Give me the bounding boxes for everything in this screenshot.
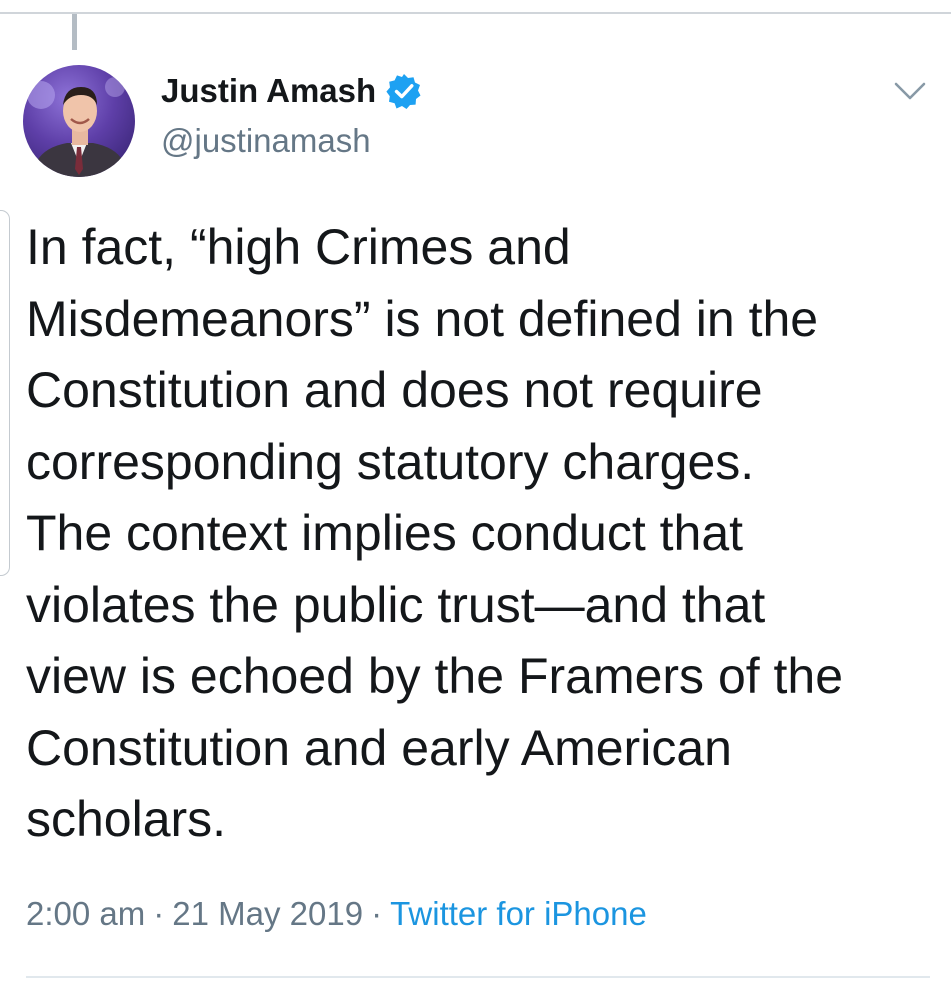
thread-connector-line bbox=[72, 14, 77, 50]
author-handle[interactable]: @justinamash bbox=[161, 121, 371, 161]
chevron-down-icon[interactable] bbox=[893, 80, 927, 102]
tweet-time[interactable]: 2:00 am bbox=[26, 895, 145, 932]
author-name-row[interactable]: Justin Amash bbox=[161, 71, 422, 111]
tweet-source-link[interactable]: Twitter for iPhone bbox=[390, 895, 647, 932]
bottom-divider bbox=[26, 976, 930, 978]
avatar[interactable] bbox=[23, 65, 135, 177]
verified-badge-icon bbox=[386, 73, 422, 109]
tweet-date[interactable]: 21 May 2019 bbox=[172, 895, 363, 932]
meta-separator: · bbox=[371, 895, 383, 932]
top-divider bbox=[0, 12, 951, 14]
meta-separator: · bbox=[153, 895, 165, 932]
tweet-text: In fact, “high Crimes and Misdemeanors” … bbox=[26, 219, 844, 847]
author-name[interactable]: Justin Amash bbox=[161, 71, 376, 111]
tweet-metadata: 2:00 am · 21 May 2019 · Twitter for iPhone bbox=[26, 894, 647, 934]
scroll-edge-handle bbox=[0, 210, 10, 576]
